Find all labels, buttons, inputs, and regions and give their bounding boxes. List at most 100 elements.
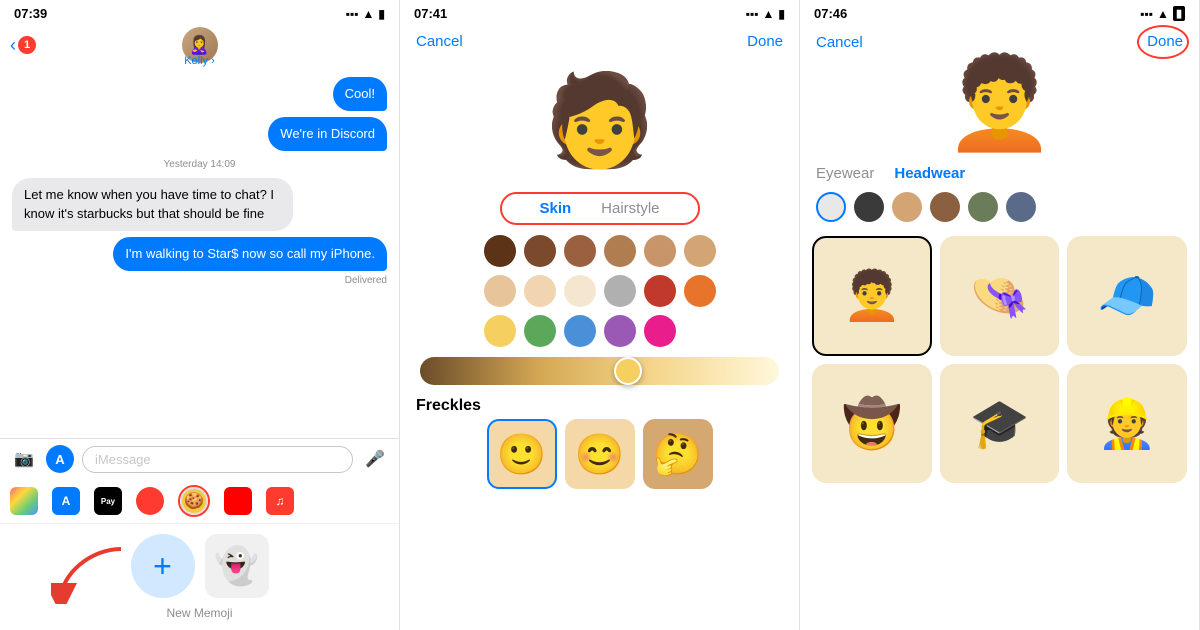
headwear-item-4[interactable]: 🤠 <box>812 364 932 484</box>
status-bar-1: 07:39 ▪▪▪ ▲ ▮ <box>0 0 399 23</box>
headwear-item-3[interactable]: 🧢 <box>1067 236 1187 356</box>
color-dot[interactable] <box>1006 192 1036 222</box>
color-dot[interactable] <box>644 315 676 347</box>
color-dot[interactable] <box>684 275 716 307</box>
color-dot[interactable] <box>564 235 596 267</box>
cookie-app-icon[interactable]: 🍪 <box>180 487 208 515</box>
color-dot[interactable] <box>684 235 716 267</box>
mic-button[interactable]: 🎤 <box>361 445 389 473</box>
color-dot[interactable] <box>524 315 556 347</box>
color-dot[interactable] <box>484 315 516 347</box>
battery-icon-3: ▮ <box>1173 6 1185 21</box>
unknown-app-icon[interactable] <box>224 487 252 515</box>
color-dot[interactable] <box>484 275 516 307</box>
tab-hairstyle[interactable]: Hairstyle <box>601 200 659 217</box>
camera-button[interactable]: 📷 <box>10 445 38 473</box>
time-2: 07:41 <box>414 6 447 21</box>
freckle-item-2[interactable]: 😊 <box>565 419 635 489</box>
cancel-button-3[interactable]: Cancel <box>816 34 863 51</box>
slider-thumb[interactable] <box>614 357 642 385</box>
time-1: 07:39 <box>14 6 47 21</box>
memoji-placeholder: 👻 <box>205 534 269 598</box>
color-dot[interactable] <box>644 275 676 307</box>
skin-tone-slider[interactable] <box>420 357 779 385</box>
memoji-head-3-wrap: 🧑‍🦱 <box>800 55 1199 157</box>
done-circle-annotation: Done <box>1147 33 1183 51</box>
headwear-grid: 🧑‍🦱 👒 🧢 🤠 🎓 👷 <box>800 228 1199 491</box>
cancel-button-2[interactable]: Cancel <box>416 33 463 50</box>
color-dot[interactable] <box>604 235 636 267</box>
appstore-button[interactable]: A <box>46 445 74 473</box>
photos-icon[interactable] <box>10 487 38 515</box>
arrow-annotation <box>51 544 131 604</box>
color-dot[interactable] <box>930 192 960 222</box>
messages-panel: 07:39 ▪▪▪ ▲ ▮ ‹ 1 🙎‍♀️ Kelly › Cool! We'… <box>0 0 400 630</box>
done-button-2[interactable]: Done <box>747 33 783 50</box>
signal-icon-2: ▪▪▪ <box>746 7 759 21</box>
sent-bubble: We're in Discord <box>268 117 387 151</box>
back-button[interactable]: ‹ 1 <box>10 35 36 56</box>
color-dot[interactable] <box>524 235 556 267</box>
freckles-label: Freckles <box>400 397 497 415</box>
tab-headwear[interactable]: Headwear <box>894 165 965 182</box>
memoji-head-3: 🧑‍🦱 <box>943 59 1055 149</box>
signal-icon: ▪▪▪ <box>346 7 359 21</box>
new-memoji-button[interactable]: + <box>131 534 195 598</box>
message-row: Cool! <box>12 77 387 111</box>
contact-name[interactable]: Kelly › <box>184 55 215 67</box>
delivered-status: Delivered <box>12 275 387 286</box>
skin-panel-body: 🧑 Skin Hairstyle <box>400 54 799 630</box>
sent-bubble: Cool! <box>333 77 387 111</box>
new-memoji-label: New Memoji <box>166 606 232 620</box>
skin-color-grid <box>468 235 732 347</box>
sent-bubble: I'm walking to Star$ now so call my iPho… <box>113 237 387 271</box>
color-dot[interactable] <box>604 275 636 307</box>
status-icons-2: ▪▪▪ ▲ ▮ <box>746 7 785 21</box>
freckles-row: 🙂 😊 🤔 <box>471 419 729 489</box>
music-icon[interactable]: ♫ <box>266 487 294 515</box>
status-bar-2: 07:41 ▪▪▪ ▲ ▮ <box>400 0 799 23</box>
wifi-icon: ▲ <box>363 7 375 21</box>
color-dot[interactable] <box>968 192 998 222</box>
color-dot[interactable] <box>484 235 516 267</box>
cookie-icon-selected[interactable]: 🍪 <box>178 485 210 517</box>
headwear-color-row <box>800 186 1199 228</box>
status-bar-3: 07:46 ▪▪▪ ▲ ▮ <box>800 0 1199 23</box>
nav-bar-messages: ‹ 1 🙎‍♀️ Kelly › <box>0 23 399 69</box>
color-dot[interactable] <box>524 275 556 307</box>
color-dot[interactable] <box>604 315 636 347</box>
tabs-wrap: Skin Hairstyle <box>500 192 700 225</box>
skin-panel: 07:41 ▪▪▪ ▲ ▮ Cancel Done 🧑 Skin Hairsty… <box>400 0 800 630</box>
panel3-nav: Cancel Done <box>800 23 1199 55</box>
done-button-3[interactable]: Done <box>1147 33 1183 50</box>
wifi-icon-2: ▲ <box>763 7 775 21</box>
red-app-icon[interactable] <box>136 487 164 515</box>
status-icons-1: ▪▪▪ ▲ ▮ <box>346 7 385 21</box>
freckle-item-3[interactable]: 🤔 <box>643 419 713 489</box>
tab-eyewear[interactable]: Eyewear <box>816 165 874 182</box>
freckle-item-1[interactable]: 🙂 <box>487 419 557 489</box>
signal-icon-3: ▪▪▪ <box>1140 7 1153 21</box>
headwear-item-5[interactable]: 🎓 <box>940 364 1060 484</box>
color-dot[interactable] <box>644 235 676 267</box>
color-dot-selected[interactable] <box>816 192 846 222</box>
headwear-item-2[interactable]: 👒 <box>940 236 1060 356</box>
chevron-left-icon: ‹ <box>10 35 16 56</box>
eyewear-tabs: Eyewear Headwear <box>800 157 1199 186</box>
app-icons-row: A Pay 🍪 ♫ <box>0 479 399 524</box>
message-row: I'm walking to Star$ now so call my iPho… <box>12 237 387 271</box>
slider-track <box>420 357 779 385</box>
headwear-item-6[interactable]: 👷 <box>1067 364 1187 484</box>
color-dot[interactable] <box>854 192 884 222</box>
apple-pay-icon[interactable]: Pay <box>94 487 122 515</box>
color-dot[interactable] <box>892 192 922 222</box>
message-badge: 1 <box>18 36 36 54</box>
wifi-icon-3: ▲ <box>1157 7 1169 21</box>
tab-skin[interactable]: Skin <box>539 200 571 217</box>
color-dot[interactable] <box>564 275 596 307</box>
input-bar: 📷 A iMessage 🎤 <box>0 438 399 479</box>
app-store-icon[interactable]: A <box>52 487 80 515</box>
headwear-item-1[interactable]: 🧑‍🦱 <box>812 236 932 356</box>
color-dot[interactable] <box>564 315 596 347</box>
message-input[interactable]: iMessage <box>82 446 353 473</box>
